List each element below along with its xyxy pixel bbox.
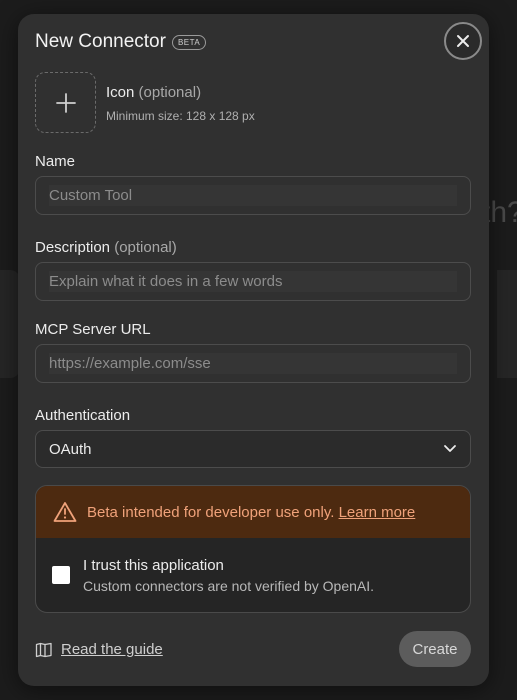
create-button[interactable]: Create <box>399 631 471 667</box>
beta-badge: BETA <box>171 34 207 50</box>
book-icon <box>35 642 52 657</box>
mcp-url-input[interactable]: https://example.com/sse <box>35 344 471 383</box>
close-button[interactable] <box>444 22 482 60</box>
icon-size-hint: Minimum size: 128 x 128 px <box>106 109 255 123</box>
close-icon <box>457 35 469 47</box>
modal-title: New Connector <box>35 31 166 52</box>
mcp-url-placeholder: https://example.com/sse <box>49 353 457 374</box>
warning-banner: Beta intended for developer use only. Le… <box>36 486 470 538</box>
trust-title: I trust this application <box>83 557 224 574</box>
description-input[interactable]: Explain what it does in a few words <box>35 262 471 301</box>
new-connector-modal: New Connector BETA Icon (optional) Minim… <box>18 14 489 686</box>
trust-row[interactable]: I trust this application Custom connecto… <box>36 538 470 612</box>
learn-more-link[interactable]: Learn more <box>339 504 416 521</box>
background-card-right <box>497 270 517 378</box>
description-label-text: Description <box>35 239 111 256</box>
name-placeholder: Custom Tool <box>49 185 457 206</box>
plus-icon <box>55 92 76 113</box>
beta-warning-box: Beta intended for developer use only. Le… <box>35 485 471 613</box>
description-placeholder: Explain what it does in a few words <box>49 271 457 292</box>
trust-subtitle: Custom connectors are not verified by Op… <box>83 578 375 594</box>
read-guide-label: Read the guide <box>61 641 163 658</box>
warning-triangle-icon <box>53 502 77 522</box>
icon-field-label: Icon (optional) <box>106 84 201 101</box>
authentication-value: OAuth <box>49 440 92 458</box>
modal-header: New Connector BETA <box>35 31 207 53</box>
name-input[interactable]: Custom Tool <box>35 176 471 215</box>
trust-checkbox[interactable] <box>52 566 70 584</box>
icon-label-optional: (optional) <box>138 84 202 101</box>
warning-message: Beta intended for developer use only. <box>87 503 335 521</box>
background-card-left <box>0 270 20 378</box>
authentication-label: Authentication <box>35 407 131 424</box>
chevron-down-icon <box>444 445 456 452</box>
description-label: Description (optional) <box>35 239 177 256</box>
mcp-url-label: MCP Server URL <box>35 321 151 338</box>
icon-upload-button[interactable] <box>35 72 96 133</box>
name-label: Name <box>35 153 76 170</box>
authentication-select[interactable]: OAuth <box>35 430 471 468</box>
icon-label-text: Icon <box>106 84 135 101</box>
description-label-optional: (optional) <box>114 239 177 256</box>
warning-text: Beta intended for developer use only. Le… <box>87 504 415 521</box>
read-guide-link[interactable]: Read the guide <box>35 641 163 658</box>
